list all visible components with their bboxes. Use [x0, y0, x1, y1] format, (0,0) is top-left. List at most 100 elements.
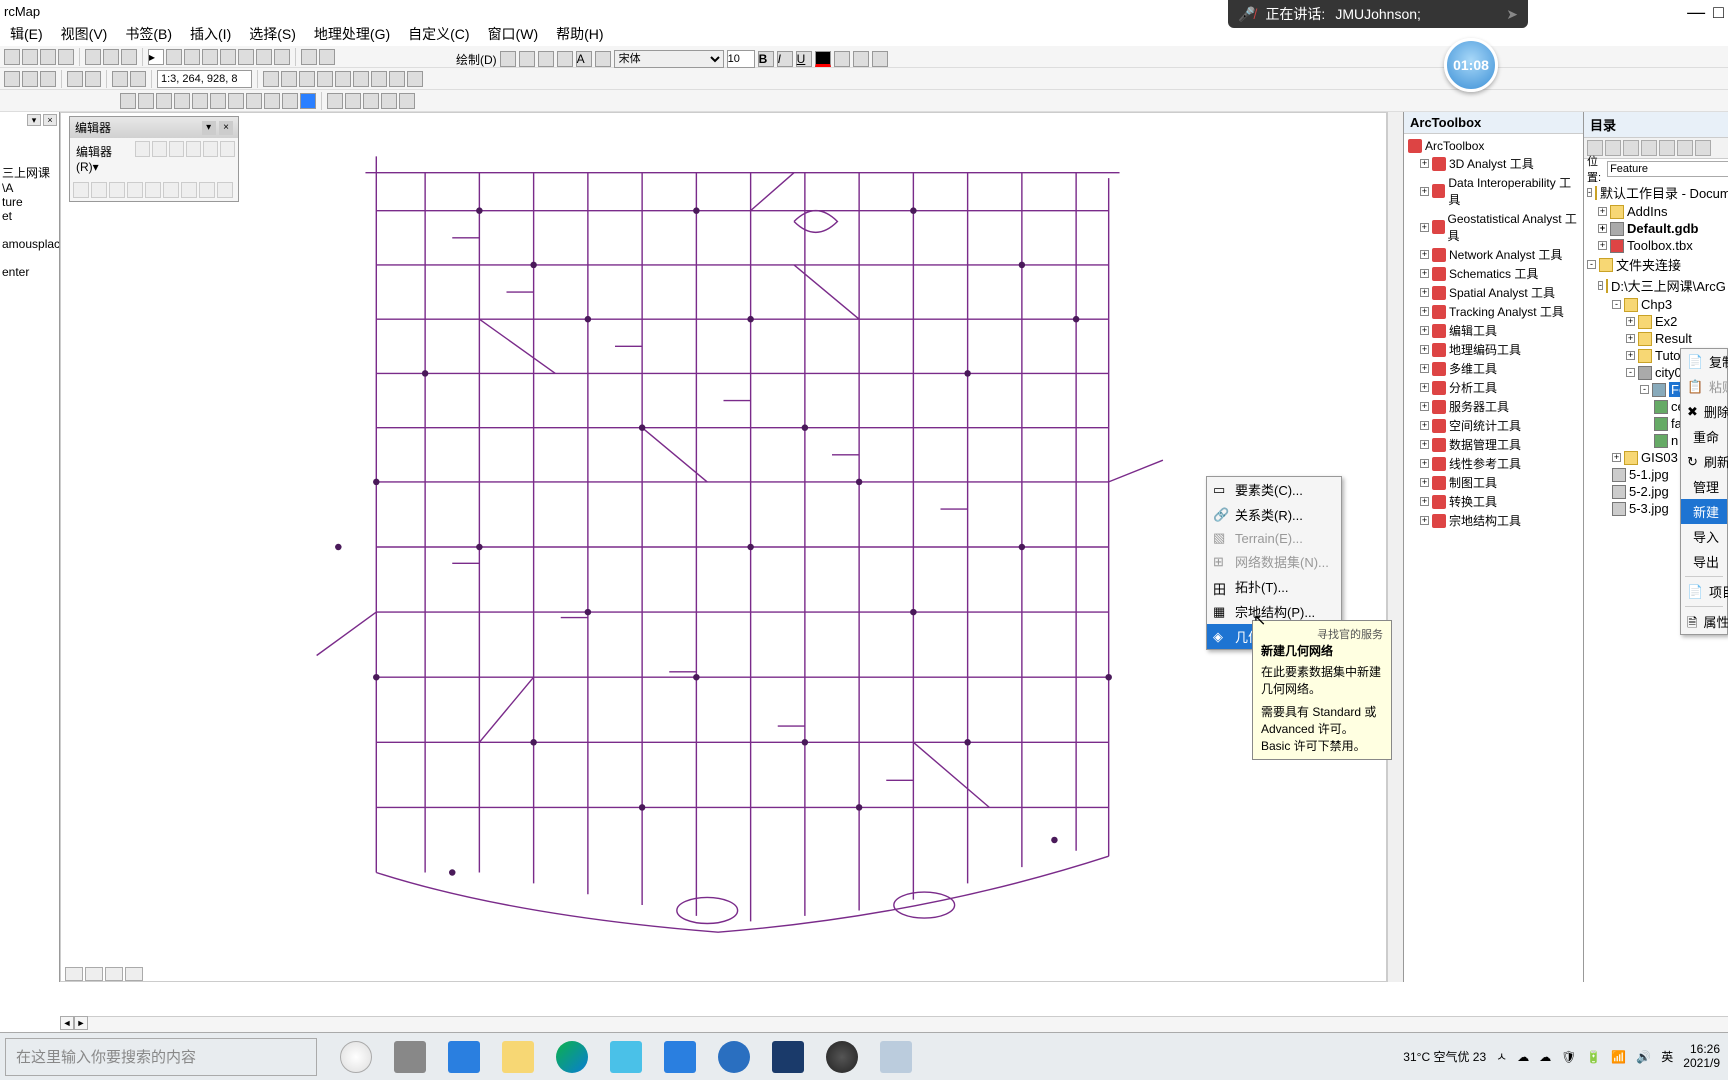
tool-icon[interactable] [319, 49, 335, 65]
expand-icon[interactable]: + [1598, 241, 1607, 250]
toolbox-item[interactable]: 制图工具 [1449, 474, 1497, 491]
tool-icon[interactable] [238, 49, 254, 65]
tool-icon[interactable] [120, 93, 136, 109]
draw-label[interactable]: 绘制(D) [456, 51, 497, 68]
tool-icon[interactable] [4, 71, 20, 87]
tool-icon[interactable] [103, 49, 119, 65]
expand-icon[interactable]: + [1626, 351, 1635, 360]
task-view-icon[interactable] [394, 1041, 426, 1073]
expand-icon[interactable]: + [1420, 250, 1429, 259]
tool-icon[interactable] [363, 93, 379, 109]
editor-min-icon[interactable]: ▾ [202, 121, 216, 135]
ctx-topology[interactable]: 田拓扑(T)... [1207, 574, 1341, 599]
tool-icon[interactable] [381, 93, 397, 109]
taskbar-date[interactable]: 2021/9 [1683, 1057, 1720, 1070]
cat-tool-icon[interactable] [1695, 140, 1711, 156]
tool-icon[interactable] [246, 93, 262, 109]
toolbox-item[interactable]: 地理编码工具 [1449, 341, 1521, 358]
catalog-item[interactable]: Result [1655, 331, 1692, 346]
cat-tool-icon[interactable] [1641, 140, 1657, 156]
menu-geoprocessing[interactable]: 地理处理(G) [306, 22, 398, 46]
editor-close-icon[interactable]: × [219, 121, 233, 135]
toolbox-item[interactable]: 宗地结构工具 [1449, 512, 1521, 529]
map-view[interactable]: 编辑器 ▾ × 编辑器(R)▾ [60, 112, 1387, 982]
editor-tool-icon[interactable] [217, 182, 233, 198]
tool-icon[interactable] [174, 93, 190, 109]
line-color-icon[interactable] [853, 51, 869, 67]
tool-icon[interactable] [256, 49, 272, 65]
expand-icon[interactable]: + [1420, 497, 1429, 506]
catalog-item[interactable]: 5-2.jpg [1629, 484, 1669, 499]
editor-tool-icon[interactable] [163, 182, 179, 198]
tool-icon[interactable] [595, 51, 611, 67]
toolbox-item[interactable]: Network Analyst 工具 [1449, 246, 1562, 263]
tool-icon[interactable] [85, 71, 101, 87]
tool-icon[interactable] [130, 71, 146, 87]
tool-icon[interactable] [184, 49, 200, 65]
toc-item[interactable]: amousplac [2, 237, 57, 251]
fill-color-icon[interactable] [834, 51, 850, 67]
menu-view[interactable]: 视图(V) [53, 22, 116, 46]
toolbox-item[interactable]: 分析工具 [1449, 379, 1497, 396]
underline-icon[interactable]: U [796, 51, 812, 67]
call-arrow-icon[interactable]: ➤ [1506, 6, 1518, 23]
toolbox-item[interactable]: 数据管理工具 [1449, 436, 1521, 453]
app-icon[interactable] [880, 1041, 912, 1073]
tool-icon[interactable] [228, 93, 244, 109]
editor-tool-icon[interactable] [109, 182, 125, 198]
expand-icon[interactable]: + [1420, 187, 1429, 196]
toolbox-item[interactable]: Spatial Analyst 工具 [1449, 284, 1555, 301]
expand-icon[interactable]: - [1587, 260, 1596, 269]
expand-icon[interactable]: + [1612, 453, 1621, 462]
expand-icon[interactable]: - [1640, 385, 1649, 394]
tool-icon[interactable] [371, 71, 387, 87]
data-view-tab[interactable] [65, 967, 83, 981]
expand-icon[interactable]: + [1420, 516, 1429, 525]
editor-tool-icon[interactable] [169, 141, 184, 157]
editor-tool-icon[interactable] [220, 141, 235, 157]
tray-ime[interactable]: 英 [1661, 1048, 1673, 1065]
toc-scroll-right[interactable]: ► [74, 1016, 88, 1030]
toc-item[interactable]: enter [2, 265, 57, 279]
expand-icon[interactable]: + [1420, 364, 1429, 373]
font-select[interactable]: 宋体 [614, 50, 724, 68]
tool-icon[interactable] [317, 71, 333, 87]
menu-insert[interactable]: 插入(I) [182, 22, 239, 46]
refresh-icon[interactable] [105, 967, 123, 981]
pointer-icon[interactable]: ▸ [148, 49, 164, 65]
tool-icon[interactable] [166, 49, 182, 65]
tool-icon[interactable] [335, 71, 351, 87]
expand-icon[interactable]: + [1420, 440, 1429, 449]
toolbox-item[interactable]: 服务器工具 [1449, 398, 1509, 415]
file-explorer-icon[interactable] [502, 1041, 534, 1073]
catalog-root[interactable]: 默认工作目录 - Docum [1600, 183, 1728, 202]
ctx-import[interactable]: 导入 [1681, 524, 1727, 549]
toc-scroll-left[interactable]: ◄ [60, 1016, 74, 1030]
weather-widget[interactable]: 31°C 空气优 23 [1403, 1048, 1486, 1065]
catalog-item[interactable]: Default.gdb [1627, 221, 1699, 236]
expand-icon[interactable]: + [1420, 421, 1429, 430]
tool-icon[interactable] [67, 71, 83, 87]
tool-icon[interactable] [399, 93, 415, 109]
ctx-relation[interactable]: 🔗关系类(R)... [1207, 502, 1341, 527]
app-icon[interactable] [610, 1041, 642, 1073]
menu-bookmark[interactable]: 书签(B) [117, 22, 180, 46]
tool-icon[interactable] [202, 49, 218, 65]
expand-icon[interactable]: + [1598, 207, 1607, 216]
tool-icon[interactable] [407, 71, 423, 87]
pointer-icon[interactable] [500, 51, 516, 67]
text-icon[interactable]: A [576, 51, 592, 67]
expand-icon[interactable]: + [1420, 478, 1429, 487]
toc-close-icon[interactable]: × [43, 114, 57, 126]
tool-icon[interactable] [40, 49, 56, 65]
catalog-item[interactable]: Ex2 [1655, 314, 1677, 329]
tool-icon[interactable] [121, 49, 137, 65]
tray-cloud-icon[interactable]: ☁ [1517, 1050, 1529, 1064]
ctx-refresh[interactable]: ↻刷新 [1681, 449, 1727, 474]
toc-pin-icon[interactable]: ▾ [27, 114, 41, 126]
mic-muted-icon[interactable]: 🎤̸ [1238, 6, 1255, 23]
expand-icon[interactable]: + [1626, 317, 1635, 326]
tray-shield-icon[interactable]: 🛡 [1561, 1050, 1576, 1064]
taskbar-search[interactable]: 在这里输入你要搜索的内容 [5, 1038, 317, 1076]
tool-icon[interactable] [156, 93, 172, 109]
